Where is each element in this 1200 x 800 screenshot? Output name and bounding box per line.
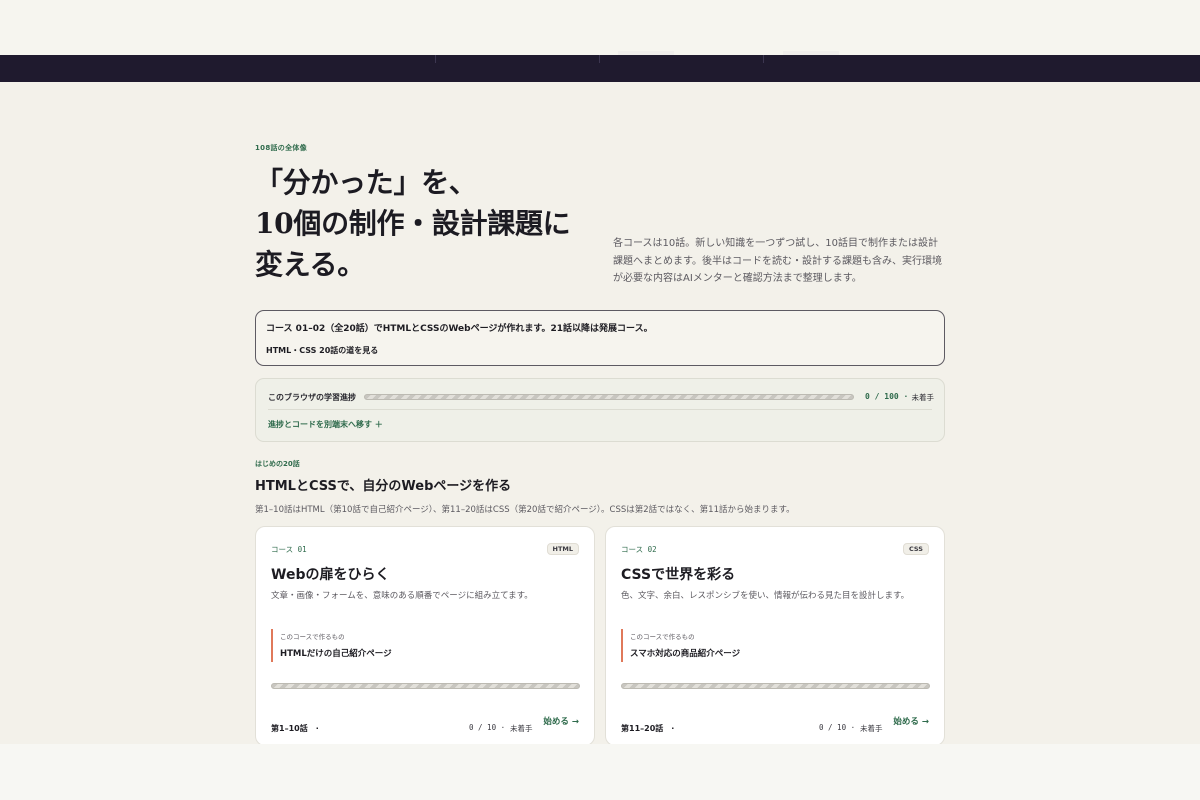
- hero-title-line: 10個の制作・設計課題に: [255, 207, 571, 240]
- course-tag: HTML: [546, 543, 579, 555]
- course-status: 未着手: [510, 724, 533, 733]
- hero-eyebrow: 108話の全体像: [255, 144, 308, 152]
- hero-title-line: 「分かった」を、: [255, 166, 477, 199]
- deliverable-value: HTMLだけの自己紹介ページ: [280, 649, 392, 659]
- course-number: コース 01: [271, 545, 307, 554]
- nav-divider: [763, 55, 764, 63]
- episode-range: 第1–10話 ·: [271, 724, 319, 733]
- course-count: 0 / 10 ·: [819, 723, 856, 732]
- course-progress-bar: [271, 683, 580, 689]
- start-course-link[interactable]: 始める →: [543, 715, 579, 727]
- start-course-link[interactable]: 始める →: [893, 715, 929, 727]
- site-nav-bar: [0, 51, 1200, 82]
- course-progress-bar: [621, 683, 930, 689]
- course-title: CSSで世界を彩る: [621, 567, 736, 583]
- nav-item-faded: [783, 51, 839, 55]
- course-description: 色、文字、余白、レスポンシブを使い、情報が伝わる見た目を設計します。: [621, 591, 910, 601]
- episode-range: 第11–20話 ·: [621, 724, 675, 733]
- course-status: 未着手: [860, 724, 883, 733]
- course-description: 文章・画像・フォームを、意味のある順番でページに組み立てます。: [271, 591, 533, 601]
- course-count: 0 / 10 ·: [469, 723, 506, 732]
- top-strip: [0, 0, 1200, 55]
- course-deliverable: このコースで作るもの スマホ対応の商品紹介ページ: [621, 629, 740, 662]
- progress-bar: [364, 394, 854, 400]
- hero-title: 「分かった」を、 10個の制作・設計課題に 変える。: [255, 162, 595, 285]
- hero-title-line: 変える。: [255, 248, 365, 281]
- learning-progress-panel: このブラウザの学習進捗 0 / 100 · 未着手 進捗とコードを別端末へ移す …: [255, 378, 945, 442]
- nav-item-faded: [618, 51, 674, 55]
- bottom-fade: [0, 744, 1200, 800]
- progress-status: 未着手: [911, 393, 935, 402]
- course-deliverable: このコースで作るもの HTMLだけの自己紹介ページ: [271, 629, 392, 662]
- section-title: HTMLとCSSで、自分のWebページを作る: [255, 479, 512, 494]
- hero-description: 各コースは10話。新しい知識を一つずつ試し、10話目で制作または設計課題へまとめ…: [613, 238, 942, 284]
- course-card[interactable]: コース 02 CSS CSSで世界を彩る 色、文字、余白、レスポンシブを使い、情…: [605, 526, 945, 746]
- section-description: 第1–10話はHTML（第10話で自己紹介ページ）、第11–20話はCSS（第2…: [255, 505, 795, 515]
- progress-row: このブラウザの学習進捗 0 / 100 · 未着手: [268, 392, 934, 402]
- course-tag: CSS: [903, 543, 929, 555]
- section-eyebrow: はじめの20話: [255, 460, 300, 468]
- progress-label: このブラウザの学習進捗: [268, 393, 356, 402]
- course-number: コース 02: [621, 545, 657, 554]
- deliverable-label: このコースで作るもの: [630, 633, 695, 641]
- beginner-callout: コース 01–02（全20話）でHTMLとCSSのWebページが作れます。21話…: [255, 310, 945, 366]
- nav-divider: [435, 55, 436, 63]
- deliverable-value: スマホ対応の商品紹介ページ: [630, 649, 741, 659]
- callout-link[interactable]: HTML・CSS 20話の道を見る: [266, 345, 934, 356]
- callout-text: コース 01–02（全20話）でHTMLとCSSのWebページが作れます。21話…: [266, 324, 653, 334]
- course-title: Webの扉をひらく: [271, 567, 390, 583]
- divider: [268, 409, 932, 410]
- nav-divider: [599, 55, 600, 63]
- deliverable-label: このコースで作るもの: [280, 633, 345, 641]
- course-card[interactable]: コース 01 HTML Webの扉をひらく 文章・画像・フォームを、意味のある順…: [255, 526, 595, 746]
- progress-count: 0 / 100 ·: [865, 392, 909, 401]
- sync-progress-link[interactable]: 進捗とコードを別端末へ移す ＋: [268, 419, 383, 430]
